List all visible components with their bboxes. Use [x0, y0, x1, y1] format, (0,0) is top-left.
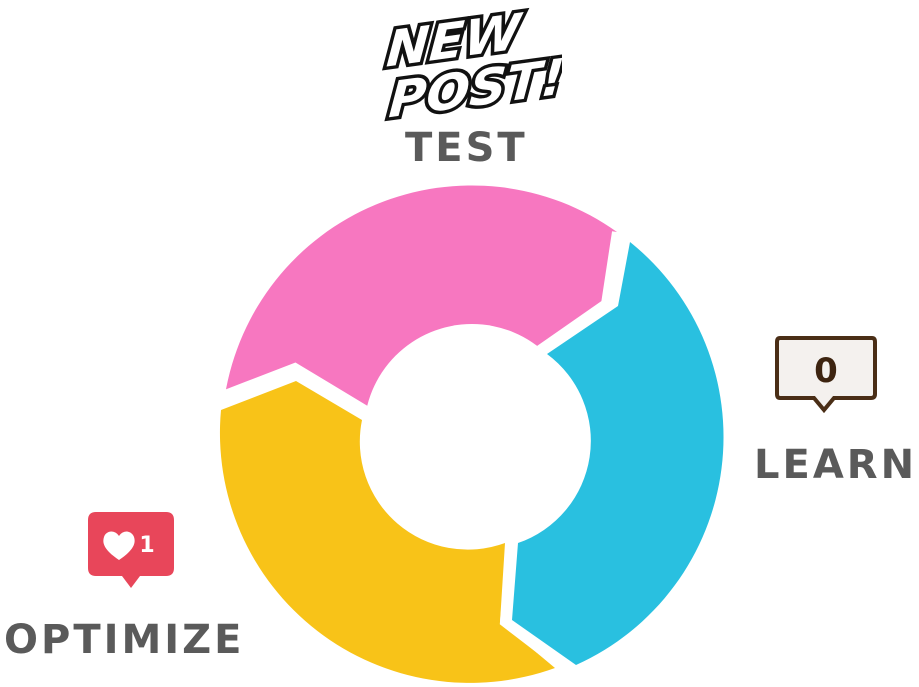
new-post-sticker: NEW POST!	[381, 0, 562, 130]
cycle-diagram: NEW POST! 0 1 TEST LEARN OPTIMIZE	[0, 0, 919, 687]
like-count: 1	[139, 533, 154, 558]
comment-badge: 0	[775, 336, 877, 414]
like-badge: 1	[88, 512, 174, 588]
stage-label-test: TEST	[405, 125, 528, 171]
ring-center-hole	[364, 324, 580, 540]
comment-count: 0	[814, 351, 838, 391]
stage-label-optimize: OPTIMIZE	[4, 617, 245, 663]
stage-label-learn: LEARN	[754, 442, 918, 488]
